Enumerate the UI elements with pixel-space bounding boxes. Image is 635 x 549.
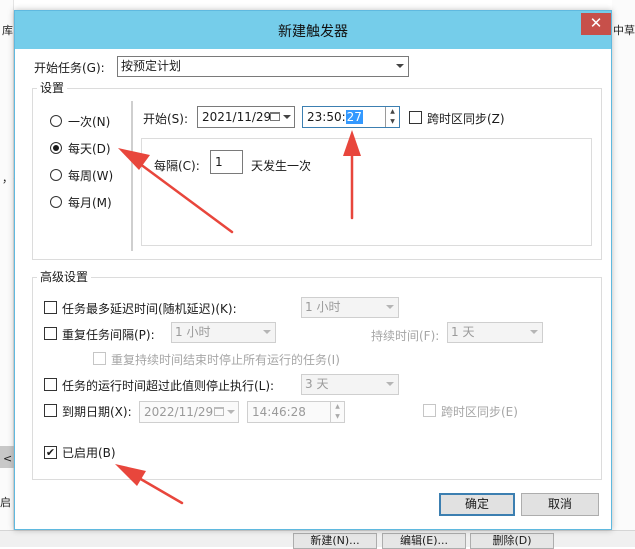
annotation-arrow-enabled xyxy=(115,464,184,505)
annotation-arrow-daily xyxy=(118,148,234,234)
annotation-arrow-time xyxy=(343,130,361,220)
annotation-arrows xyxy=(115,130,361,505)
